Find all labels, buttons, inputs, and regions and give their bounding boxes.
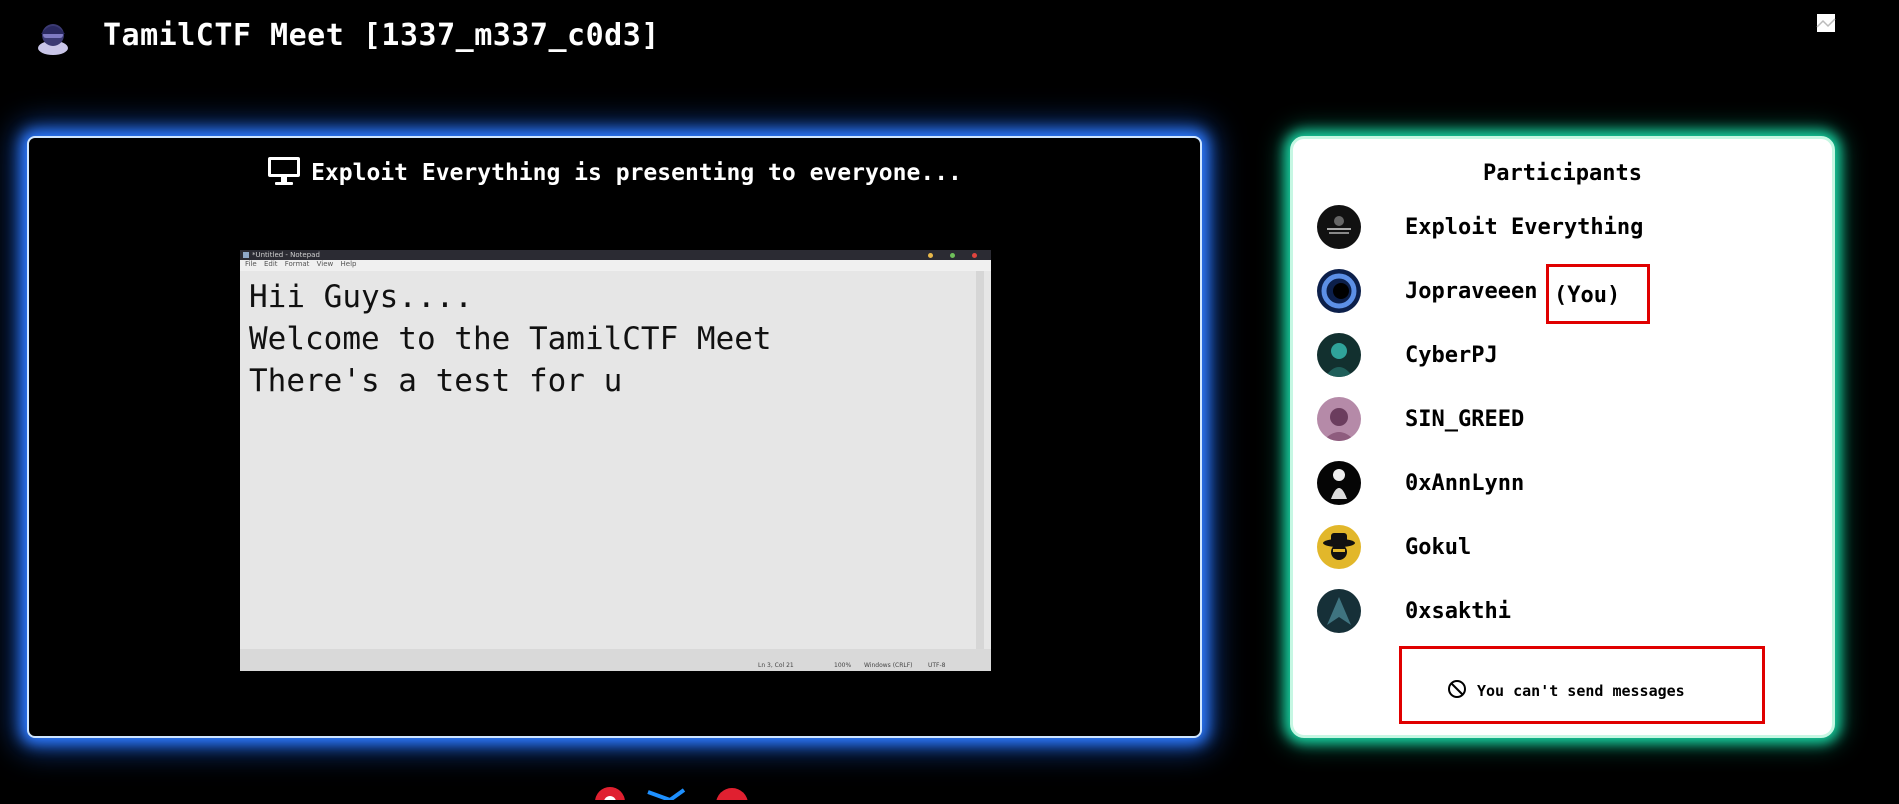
participant-item: CyberPJ bbox=[1317, 333, 1817, 377]
participant-item: Gokul bbox=[1317, 525, 1817, 569]
participant-item: SIN_GREED bbox=[1317, 397, 1817, 441]
close-dot bbox=[972, 253, 977, 258]
notepad-icon bbox=[243, 252, 249, 258]
avatar bbox=[1317, 461, 1361, 505]
notepad-window-title: *Untitled - Notepad bbox=[252, 251, 320, 259]
hacker-icon bbox=[38, 24, 68, 55]
menu-help: Help bbox=[340, 260, 357, 268]
notepad-text: Hii Guys.... Welcome to the TamilCTF Meet… bbox=[249, 276, 772, 402]
maximize-dot bbox=[950, 253, 955, 258]
participant-item: 0xAnnLynn bbox=[1317, 461, 1817, 505]
participant-name: Gokul bbox=[1405, 535, 1472, 560]
menu-file: File bbox=[245, 260, 257, 268]
meeting-title: TamilCTF Meet [1337_m337_c0d3] bbox=[103, 18, 660, 53]
menu-format: Format bbox=[284, 260, 310, 268]
participants-title: Participants bbox=[1483, 161, 1642, 186]
message-notice: You can't send messages bbox=[1477, 682, 1685, 700]
shared-screen: *Untitled - Notepad File Edit Format Vie… bbox=[240, 250, 991, 671]
avatar bbox=[1317, 397, 1361, 441]
participant-name: 0xAnnLynn bbox=[1405, 471, 1525, 496]
text-line: Hii Guys.... bbox=[249, 279, 473, 315]
notepad-scrollbar bbox=[976, 271, 984, 649]
participant-item: Exploit Everything bbox=[1317, 205, 1817, 249]
presentation-stage: Exploit Everything is presenting to ever… bbox=[27, 136, 1202, 738]
avatar bbox=[1317, 525, 1361, 569]
avatar bbox=[1317, 333, 1361, 377]
notepad-titlebar: *Untitled - Notepad bbox=[240, 250, 991, 260]
participant-name: 0xsakthi bbox=[1405, 599, 1511, 624]
participant-name: Jopraveeen bbox=[1405, 279, 1538, 304]
text-line: Welcome to the TamilCTF Meet bbox=[249, 321, 772, 357]
call-controls bbox=[590, 785, 760, 804]
status-position: Ln 3, Col 21 bbox=[758, 662, 794, 669]
monitor-icon bbox=[268, 157, 301, 185]
participant-name: SIN_GREED bbox=[1405, 407, 1525, 432]
record-icon[interactable] bbox=[595, 787, 625, 804]
status-zoom: 100% bbox=[834, 662, 852, 669]
participant-item: 0xsakthi bbox=[1317, 589, 1817, 633]
menu-view: View bbox=[316, 260, 334, 268]
notepad-statusbar: Ln 3, Col 21 100% Windows (CRLF) UTF-8 bbox=[240, 649, 991, 671]
text-line: There's a test for u bbox=[249, 363, 623, 399]
top-bar: TamilCTF Meet [1337_m337_c0d3] bbox=[0, 0, 1899, 80]
minimize-dot bbox=[928, 253, 933, 258]
presenting-text: Exploit Everything is presenting to ever… bbox=[311, 160, 962, 186]
status-line-ending: Windows (CRLF) bbox=[864, 662, 913, 669]
you-label: (You) bbox=[1554, 283, 1621, 308]
broken-image-icon bbox=[1816, 14, 1836, 32]
avatar bbox=[1317, 589, 1361, 633]
status-encoding: UTF-8 bbox=[928, 662, 946, 669]
end-call-icon[interactable] bbox=[716, 788, 748, 804]
participant-name: Exploit Everything bbox=[1405, 215, 1644, 240]
menu-edit: Edit bbox=[263, 260, 278, 268]
message-notice-box: You can't send messages bbox=[1399, 646, 1765, 724]
you-highlight: (You) bbox=[1546, 264, 1650, 324]
notepad-menu: File Edit Format View Help bbox=[240, 260, 991, 271]
participant-name: CyberPJ bbox=[1405, 343, 1498, 368]
avatar bbox=[1317, 205, 1361, 249]
participants-panel: Participants Exploit Everything Jopravee… bbox=[1290, 136, 1835, 738]
no-entry-icon bbox=[1448, 680, 1466, 698]
avatar bbox=[1317, 269, 1361, 313]
presenting-banner: Exploit Everything is presenting to ever… bbox=[29, 156, 1200, 186]
